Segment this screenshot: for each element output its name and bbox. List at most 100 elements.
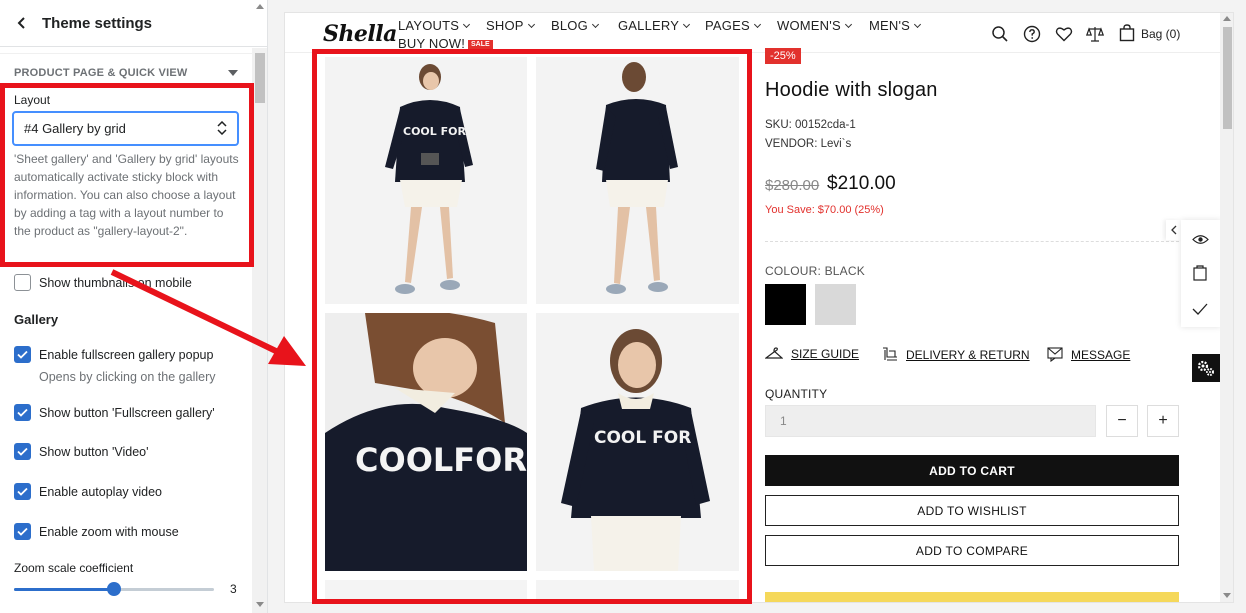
gallery-image-closeup[interactable]: COOLFOR — [325, 313, 527, 571]
floating-toolbar — [1181, 220, 1221, 327]
menu-item-pages[interactable]: PAGES — [705, 18, 761, 33]
add-to-compare-button[interactable]: ADD TO COMPARE — [765, 535, 1179, 566]
panel-body: PRODUCT PAGE & QUICK VIEW Layout #4 Gall… — [0, 48, 252, 613]
slider-handle[interactable] — [107, 582, 121, 596]
zoom-scale-label: Zoom scale coefficient — [14, 561, 134, 575]
option-label: Enable fullscreen gallery popup — [39, 347, 214, 362]
chevron-down-icon — [527, 20, 535, 29]
sale-badge: SALE — [468, 40, 493, 49]
chevron-down-icon — [753, 20, 761, 29]
zoom-mouse-option[interactable]: Enable zoom with mouse — [14, 523, 179, 540]
video-button-option[interactable]: Show button 'Video' — [14, 443, 149, 460]
checkbox[interactable] — [14, 274, 31, 291]
panel-scroll-thumb[interactable] — [255, 53, 265, 103]
delivery-return-link[interactable]: DELIVERY & RETURN — [882, 347, 1030, 362]
divider — [765, 241, 1179, 242]
menu-item-shop[interactable]: SHOP — [486, 18, 535, 33]
gallery-image-6[interactable] — [536, 580, 739, 602]
discount-badge: -25% — [765, 48, 801, 64]
chevron-left-icon[interactable] — [14, 15, 30, 31]
scroll-up-arrow-icon[interactable] — [256, 4, 264, 9]
hanger-icon — [765, 347, 783, 359]
layout-label: Layout — [14, 93, 51, 107]
slider-fill — [14, 588, 114, 591]
message-icon — [1047, 347, 1063, 362]
current-price: $210.00 — [827, 173, 896, 194]
checkbox-checked[interactable] — [14, 483, 31, 500]
quantity-increase-button[interactable]: + — [1147, 405, 1179, 437]
show-thumbnails-option[interactable]: Show thumbnails on mobile — [14, 274, 192, 291]
menu-item-gallery[interactable]: GALLERY — [618, 18, 691, 33]
chevron-down-icon — [463, 20, 471, 29]
product-gallery-grid[interactable]: COOL FOR COOLFOR COOL FOR — [325, 57, 739, 602]
option-label: Enable autoplay video — [39, 484, 163, 499]
quantity-decrease-button[interactable]: − — [1106, 405, 1138, 437]
scroll-up-arrow-icon[interactable] — [1223, 16, 1231, 21]
option-label: Show thumbnails on mobile — [39, 275, 192, 290]
old-price: $280.00 — [765, 177, 820, 194]
autoplay-video-option[interactable]: Enable autoplay video — [14, 483, 162, 500]
svg-text:COOLFOR: COOLFOR — [355, 441, 527, 479]
section-title: PRODUCT PAGE & QUICK VIEW — [14, 66, 188, 79]
menu-item-blog[interactable]: BLOG — [551, 18, 599, 33]
eye-icon[interactable] — [1192, 232, 1209, 250]
layout-select-value: #4 Gallery by grid — [24, 121, 126, 136]
gallery-image-5[interactable] — [325, 580, 527, 602]
gear-icon[interactable] — [1192, 354, 1220, 382]
store-preview: Shella LAYOUTS SHOP BLOG GALLERY PAGES W… — [284, 12, 1234, 603]
add-to-wishlist-button[interactable]: ADD TO WISHLIST — [765, 495, 1179, 526]
zoom-scale-value: 3 — [230, 582, 237, 596]
gallery-image-back[interactable] — [536, 57, 739, 304]
product-title: Hoodie with slogan — [765, 79, 938, 101]
menu-item-layouts[interactable]: LAYOUTS — [398, 18, 471, 33]
select-arrows-icon — [217, 120, 227, 136]
caret-down-icon — [228, 69, 238, 76]
option-note: Opens by clicking on the gallery — [39, 370, 216, 384]
chevron-down-icon — [683, 20, 691, 29]
panel-title: Theme settings — [42, 14, 153, 32]
product-info: -25% Hoodie with slogan SKU: 00152cda-1 … — [765, 13, 1185, 602]
clipboard-icon[interactable] — [1193, 265, 1207, 286]
swatch-grey[interactable] — [815, 284, 856, 325]
menu-item-buy-now[interactable]: BUY NOW! — [398, 36, 465, 51]
you-save-text: You Save: $70.00 (25%) — [765, 204, 884, 216]
colour-label: COLOUR: BLACK — [765, 264, 865, 278]
preview-scrollbar[interactable] — [1220, 13, 1233, 602]
scroll-down-arrow-icon[interactable] — [1223, 593, 1231, 598]
section-header[interactable]: PRODUCT PAGE & QUICK VIEW — [0, 53, 252, 91]
swatch-black[interactable] — [765, 284, 806, 325]
theme-settings-panel: Theme settings PRODUCT PAGE & QUICK VIEW… — [0, 0, 268, 613]
quantity-label: QUANTITY — [765, 387, 828, 401]
checkbox-checked[interactable] — [14, 404, 31, 421]
quantity-input[interactable]: 1 — [765, 405, 1096, 437]
product-sku: SKU: 00152cda-1 — [765, 119, 856, 131]
panel-header: Theme settings — [0, 0, 267, 47]
size-guide-link[interactable]: SIZE GUIDE — [765, 347, 859, 361]
layout-select[interactable]: #4 Gallery by grid — [12, 111, 239, 146]
panel-scrollbar[interactable] — [252, 4, 267, 613]
delivery-icon — [883, 347, 897, 361]
option-label: Enable zoom with mouse — [39, 524, 179, 539]
checkmark-icon[interactable] — [1192, 302, 1208, 320]
svg-text:COOL FOR: COOL FOR — [594, 428, 691, 448]
chevron-left-icon[interactable] — [1166, 220, 1181, 240]
zoom-scale-slider[interactable] — [14, 582, 214, 596]
message-link[interactable]: MESSAGE — [1047, 347, 1130, 362]
preview-scroll-thumb[interactable] — [1223, 27, 1232, 129]
gallery-image-smile[interactable]: COOL FOR — [536, 313, 739, 571]
checkbox-checked[interactable] — [14, 346, 31, 363]
product-vendor: VENDOR: Levi`s — [765, 138, 852, 150]
add-to-cart-button[interactable]: ADD TO CART — [765, 455, 1179, 486]
fullscreen-popup-option[interactable]: Enable fullscreen gallery popup — [14, 346, 213, 363]
chevron-down-icon — [591, 20, 599, 29]
fullscreen-button-option[interactable]: Show button 'Fullscreen gallery' — [14, 404, 215, 421]
scroll-down-arrow-icon[interactable] — [256, 602, 264, 607]
checkbox-checked[interactable] — [14, 523, 31, 540]
option-label: Show button 'Fullscreen gallery' — [39, 405, 215, 420]
store-logo[interactable]: Shella — [323, 21, 397, 47]
gallery-group-title: Gallery — [14, 312, 59, 327]
buy-now-button[interactable] — [765, 592, 1179, 602]
layout-help-text: 'Sheet gallery' and 'Gallery by grid' la… — [14, 152, 239, 238]
gallery-image-front[interactable]: COOL FOR — [325, 57, 527, 304]
checkbox-checked[interactable] — [14, 443, 31, 460]
